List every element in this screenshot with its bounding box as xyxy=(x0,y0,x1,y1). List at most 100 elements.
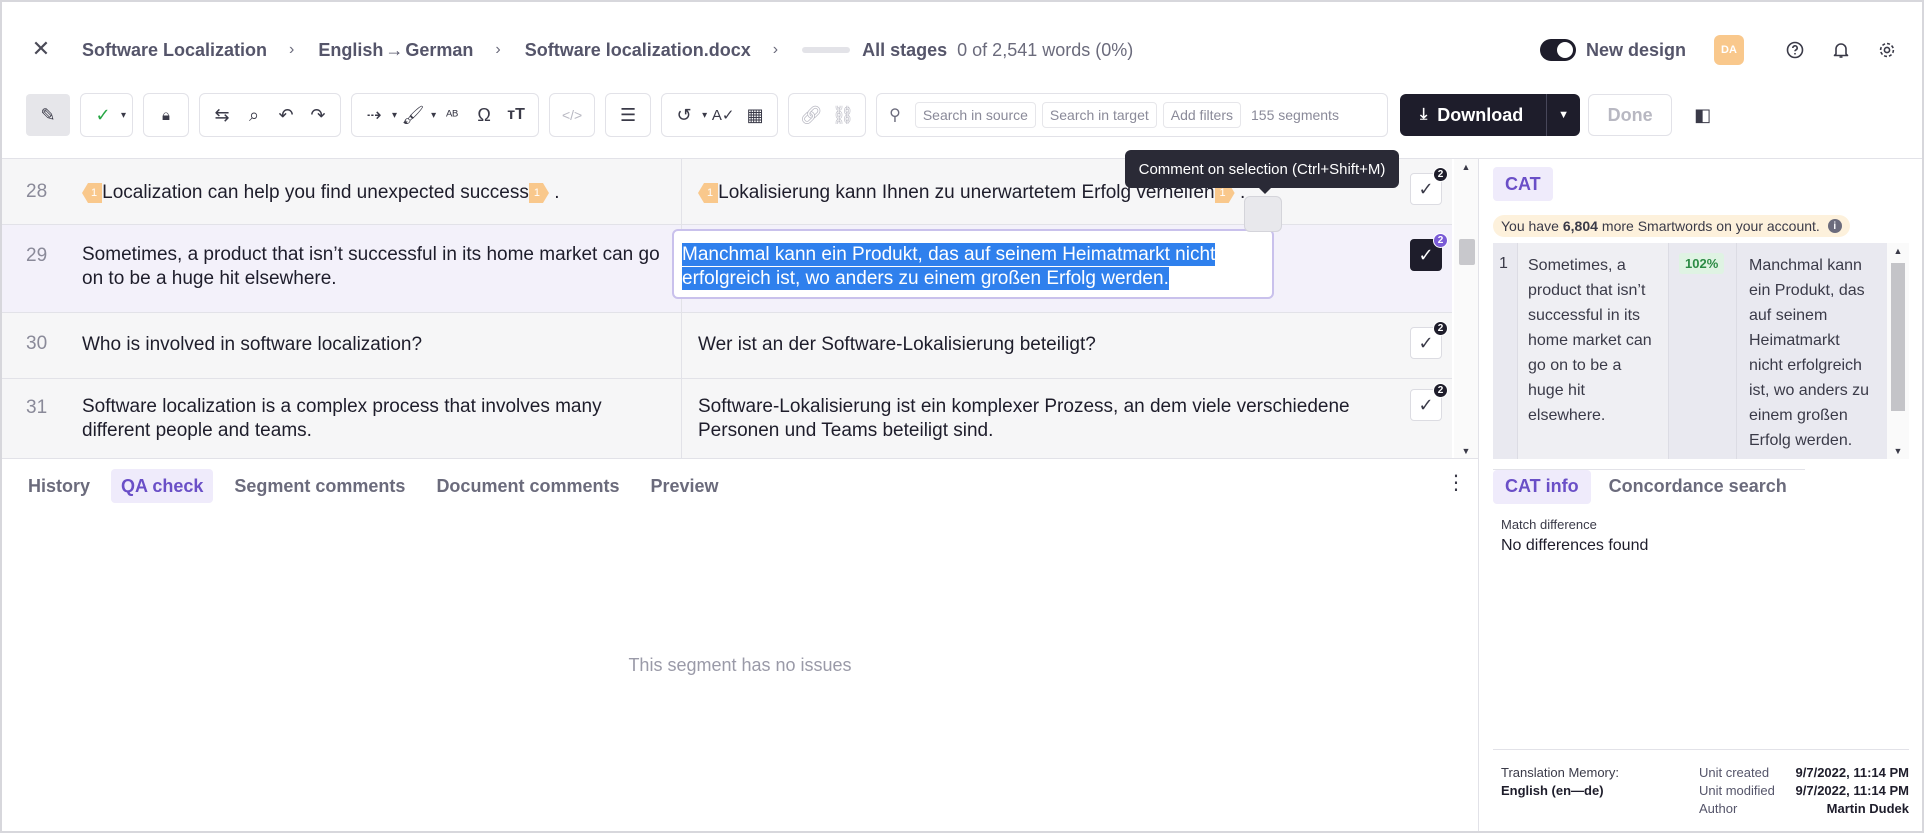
copy-source-icon[interactable]: ⇆ xyxy=(206,98,238,132)
segment-number: 28 xyxy=(26,181,48,202)
cat-scrollbar[interactable]: ▲ ▼ xyxy=(1887,243,1909,459)
lock-group: 🔒︎ xyxy=(143,93,190,137)
unit-created-label: Unit created xyxy=(1699,765,1770,780)
scroll-up-icon[interactable]: ▲ xyxy=(1454,159,1478,175)
tag-open-icon[interactable]: 1 xyxy=(698,183,719,203)
bell-icon[interactable] xyxy=(1830,39,1852,61)
scroll-down-icon[interactable]: ▼ xyxy=(1887,443,1909,459)
special-char-icon[interactable]: Ω xyxy=(468,98,500,132)
avatar[interactable]: DA xyxy=(1714,35,1744,65)
segment-source: Who is involved in software localization… xyxy=(66,313,682,378)
undo-icon[interactable]: ↶ xyxy=(270,98,302,132)
chevron-down-icon[interactable]: ▾ xyxy=(121,110,126,121)
segment-row[interactable]: 31 Software localization is a complex pr… xyxy=(2,379,1452,458)
link-icon[interactable]: 🔗︎ xyxy=(795,98,827,132)
tab-qa-check[interactable]: QA check xyxy=(111,469,214,503)
unit-created-value: 9/7/2022, 11:14 PM xyxy=(1795,765,1909,780)
pencil-icon[interactable]: ✎ xyxy=(26,94,70,136)
add-filters-button[interactable]: Add filters xyxy=(1162,102,1241,128)
selected-text-line-1: Manchmal kann ein Produkt, das auf seine… xyxy=(682,243,1216,266)
scroll-up-icon[interactable]: ▲ xyxy=(1887,243,1909,259)
unit-modified-label: Unit modified xyxy=(1699,783,1775,798)
breadcrumb: Software Localization › English → German ›… xyxy=(82,38,1133,62)
close-icon[interactable]: ✕ xyxy=(28,36,54,62)
unlink-icon[interactable]: ⛓︎ xyxy=(827,98,859,132)
qa-check-icon[interactable]: ▦ xyxy=(739,98,771,132)
change-case-icon[interactable]: ᴬᴮ xyxy=(436,98,468,132)
segment-target[interactable]: Manchmal kann ein Produkt, das auf seine… xyxy=(672,225,1386,312)
scrollbar-thumb[interactable] xyxy=(1459,239,1475,265)
comment-on-selection-button[interactable] xyxy=(1244,196,1282,232)
match-difference-value: No differences found xyxy=(1501,537,1649,554)
tm-value: English (en—de) xyxy=(1501,783,1604,798)
tab-document-comments[interactable]: Document comments xyxy=(426,469,629,503)
revert-icon[interactable]: ↺ xyxy=(668,98,700,132)
tag-open-icon[interactable]: 1 xyxy=(82,183,103,203)
tab-concordance-search[interactable]: Concordance search xyxy=(1597,470,1799,504)
new-design-label: New design xyxy=(1585,39,1686,60)
done-button[interactable]: Done xyxy=(1588,94,1673,136)
breadcrumb-file[interactable]: Software localization.docx xyxy=(525,40,751,61)
text-format-icon[interactable]: ᴛT xyxy=(500,98,532,132)
history-group: ⇆ ⌕ ↶ ↷ xyxy=(199,93,342,137)
match-percent-cell: 102% xyxy=(1669,243,1737,459)
insert-tag-icon[interactable]: ⇢ xyxy=(358,98,390,132)
confirm-checkbox[interactable]: ✓ 2 xyxy=(1410,383,1448,421)
redo-icon[interactable]: ↷ xyxy=(302,98,334,132)
spellcheck-icon[interactable]: A✓ xyxy=(707,98,739,132)
segment-status: ✓ 2 xyxy=(1386,225,1452,312)
confirm-checkbox[interactable]: ✓ 2 xyxy=(1410,233,1448,271)
more-options-icon[interactable]: ⋮ xyxy=(1446,473,1466,493)
download-icon: ⤓ xyxy=(1420,106,1428,123)
search-icon: ⚲ xyxy=(889,107,901,124)
lock-icon[interactable]: 🔒︎ xyxy=(150,98,182,132)
tab-cat-info[interactable]: CAT info xyxy=(1493,469,1591,504)
segment-number: 30 xyxy=(26,333,48,354)
editor-scrollbar[interactable]: ▲ ▼ xyxy=(1454,159,1478,458)
clear-format-icon[interactable]: 🖌︎ xyxy=(397,98,429,132)
scrollbar-thumb[interactable] xyxy=(1891,263,1905,411)
target-edit-field[interactable]: Manchmal kann ein Produkt, das auf seine… xyxy=(672,229,1274,299)
bottom-tabs: History QA check Segment comments Docume… xyxy=(18,469,740,503)
find-replace-icon[interactable]: ⌕ xyxy=(238,98,270,132)
segment-count: 155 segments xyxy=(1251,107,1339,123)
download-button[interactable]: ⤓ Download ▼ xyxy=(1400,94,1581,136)
smartwords-count: 6,804 xyxy=(1562,218,1598,234)
help-icon[interactable] xyxy=(1784,39,1806,61)
search-target-input[interactable]: Search in target xyxy=(1041,102,1157,128)
segment-row-selected[interactable]: 29 Sometimes, a product that isn’t succe… xyxy=(2,225,1452,313)
arrow-right-icon: → xyxy=(385,39,404,60)
confirm-checkbox[interactable]: ✓ 2 xyxy=(1410,167,1448,205)
chevron-down-icon[interactable]: ▼ xyxy=(1546,94,1580,136)
breadcrumb-language-pair[interactable]: English → German xyxy=(318,40,473,61)
confirm-check-icon[interactable]: ✓ xyxy=(87,98,119,132)
match-percent-badge: 102% xyxy=(1679,253,1725,274)
author-value: Martin Dudek xyxy=(1826,801,1909,816)
qa-group: ↺ ▾ A✓ ▦ xyxy=(661,93,779,137)
match-number: 1 xyxy=(1499,255,1508,272)
gear-icon[interactable] xyxy=(1876,39,1898,61)
segment-target[interactable]: Software-Lokalisierung ist ein komplexer… xyxy=(682,379,1386,458)
search-source-input[interactable]: Search in source xyxy=(914,102,1036,128)
code-icon[interactable]: </> xyxy=(556,98,588,132)
empty-state-message: This segment has no issues xyxy=(628,655,852,675)
segment-target[interactable]: Wer ist an der Software-Lokalisierung be… xyxy=(682,313,1386,378)
link-group: 🔗︎ ⛓︎ xyxy=(788,93,867,137)
panel-layout-icon[interactable]: ◧ xyxy=(1694,105,1711,126)
tab-history[interactable]: History xyxy=(18,469,100,503)
confirm-checkbox[interactable]: ✓ 2 xyxy=(1410,321,1448,359)
segment-row[interactable]: 30 Who is involved in software localizat… xyxy=(2,313,1452,379)
segment-source: Sometimes, a product that isn’t successf… xyxy=(66,225,682,312)
tag-close-icon[interactable]: 1 xyxy=(529,183,549,203)
split-segment-icon[interactable]: ☰ xyxy=(612,98,644,132)
info-icon[interactable]: i xyxy=(1827,219,1842,233)
stage-selector[interactable]: All stages xyxy=(862,40,947,61)
new-design-toggle[interactable] xyxy=(1539,39,1576,61)
tab-preview[interactable]: Preview xyxy=(640,469,728,503)
scroll-down-icon[interactable]: ▼ xyxy=(1454,443,1478,458)
breadcrumb-project[interactable]: Software Localization xyxy=(82,40,267,61)
tab-cat[interactable]: CAT xyxy=(1493,167,1553,201)
tab-segment-comments[interactable]: Segment comments xyxy=(224,469,415,503)
source-tail: . xyxy=(554,182,560,203)
tm-match-row[interactable]: 1 Sometimes, a product that isn’t succes… xyxy=(1493,243,1887,459)
